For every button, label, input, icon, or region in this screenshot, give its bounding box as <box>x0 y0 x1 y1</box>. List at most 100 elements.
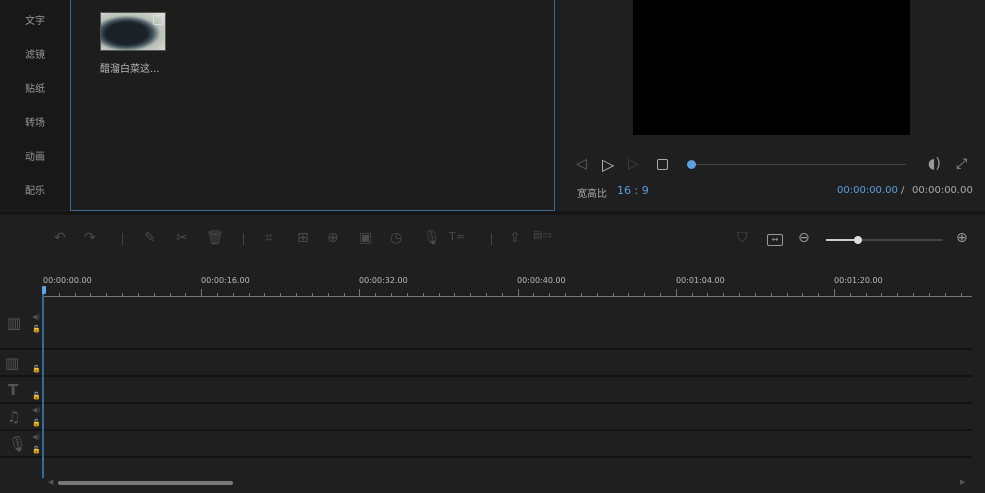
media-clip-thumbnail[interactable] <box>100 12 166 51</box>
ruler-tick <box>944 293 946 296</box>
ruler-tick <box>201 289 203 296</box>
ruler-tick <box>232 293 234 296</box>
ruler-tick <box>802 293 804 296</box>
media-panel: 醋溜白菜这... <box>70 0 555 211</box>
ruler-tick <box>122 293 124 296</box>
sidebar-item-animation[interactable]: 动画 <box>0 148 70 163</box>
ruler-label: 00:01:20.00 <box>834 276 883 285</box>
duration-icon[interactable]: ◷ <box>390 230 402 246</box>
edit-icon[interactable]: ✎ <box>144 230 156 246</box>
stop-icon[interactable] <box>657 159 668 170</box>
timeline-ruler[interactable] <box>43 296 972 297</box>
lock-icon[interactable]: 🔓 <box>32 365 41 373</box>
ruler-tick <box>707 293 709 296</box>
ruler-tick <box>327 293 329 296</box>
ruler-tick <box>217 293 219 296</box>
ruler-tick <box>723 293 725 296</box>
panel-divider[interactable] <box>0 211 985 215</box>
delete-icon[interactable]: 🗑 <box>206 230 224 246</box>
scroll-right-icon[interactable]: ▶ <box>960 478 965 486</box>
redo-icon[interactable]: ↷ <box>84 230 96 246</box>
detach-icon[interactable]: ▤▭ <box>533 230 552 241</box>
select-checkbox[interactable] <box>153 15 163 25</box>
ruler-label: 00:00:16.00 <box>201 276 250 285</box>
ruler-tick <box>343 293 345 296</box>
marker-icon[interactable]: ⛉ <box>737 230 748 246</box>
ruler-label: 00:00:40.00 <box>517 276 566 285</box>
ruler-tick <box>659 293 661 296</box>
next-frame-icon[interactable]: ▷ <box>628 156 639 172</box>
playhead[interactable] <box>42 288 44 478</box>
track-divider <box>0 456 972 458</box>
sidebar-item-filter[interactable]: 滤镜 <box>0 46 70 61</box>
aspect-ratio-label: 宽高比 <box>577 189 607 200</box>
ruler-tick <box>865 293 867 296</box>
current-time: 00:00:00.00 <box>837 185 898 196</box>
zoom-out-icon[interactable]: ⊖ <box>798 230 810 246</box>
undo-icon[interactable]: ↶ <box>54 230 66 246</box>
ruler-label: 00:00:00.00 <box>43 276 92 285</box>
ruler-tick <box>580 293 582 296</box>
ruler-tick <box>913 293 915 296</box>
mosaic-icon[interactable]: ⊕ <box>327 230 339 246</box>
fit-timeline-icon[interactable]: ↔ <box>767 234 783 246</box>
ruler-tick <box>296 293 298 296</box>
fullscreen-icon[interactable]: ⤢ <box>956 156 967 172</box>
track-divider <box>0 348 972 350</box>
ruler-tick <box>565 293 567 296</box>
crop-icon[interactable]: ⌗ <box>265 230 273 246</box>
scroll-left-icon[interactable]: ◀ <box>48 478 53 486</box>
text-track-icon: T <box>8 381 19 399</box>
pip-track-icon: ▥ <box>5 354 20 372</box>
aspect-ratio-value[interactable]: 16 : 9 <box>617 184 649 197</box>
ruler-tick <box>359 289 361 296</box>
track-divider <box>0 402 972 404</box>
zoom-knob[interactable] <box>854 236 862 244</box>
ruler-tick <box>849 293 851 296</box>
mute-icon[interactable]: ◀) <box>32 313 40 321</box>
ruler-tick <box>596 293 598 296</box>
toolbar-divider <box>122 233 123 245</box>
volume-icon[interactable]: ◖) <box>928 156 941 172</box>
export-icon[interactable]: ⇪ <box>509 230 521 246</box>
ruler-label: 00:00:32.00 <box>359 276 408 285</box>
timeline-zoom-slider[interactable] <box>826 236 943 244</box>
cut-icon[interactable]: ✂ <box>176 230 188 246</box>
ruler-tick <box>90 293 92 296</box>
ruler-tick <box>185 293 187 296</box>
lock-icon[interactable]: 🔓 <box>32 325 41 333</box>
sidebar-item-transition[interactable]: 转场 <box>0 114 70 129</box>
zoom-in-icon[interactable]: ⊕ <box>956 230 968 246</box>
record-voice-icon[interactable]: 🎙 <box>423 230 441 246</box>
ruler-tick <box>818 293 820 296</box>
ruler-tick <box>438 293 440 296</box>
video-preview <box>633 0 910 135</box>
ruler-tick <box>644 293 646 296</box>
time-separator: / <box>901 185 905 196</box>
zoom-clip-icon[interactable]: ⊞ <box>297 230 309 246</box>
sidebar: 文字 滤镜 贴纸 转场 动画 配乐 <box>0 0 70 210</box>
progress-knob[interactable] <box>687 160 696 169</box>
ruler-tick <box>106 293 108 296</box>
sidebar-item-music[interactable]: 配乐 <box>0 182 70 197</box>
text-to-speech-icon[interactable]: T≈ <box>449 230 465 243</box>
ruler-tick <box>501 293 503 296</box>
sidebar-item-sticker[interactable]: 贴纸 <box>0 80 70 95</box>
lock-icon[interactable]: 🔓 <box>32 446 41 454</box>
ruler-tick <box>391 293 393 296</box>
track-divider <box>0 375 972 377</box>
play-icon[interactable]: ▷ <box>602 155 614 174</box>
lock-icon[interactable]: 🔓 <box>32 392 41 400</box>
horizontal-scrollbar[interactable] <box>58 481 233 485</box>
mute-icon[interactable]: ◀) <box>32 406 40 414</box>
previous-frame-icon[interactable]: ◁ <box>576 156 587 172</box>
preview-panel: ◁ ▷ ▷ ◖) ⤢ 宽高比 16 : 9 00:00:00.00 / 00:0… <box>556 0 985 211</box>
playhead-handle[interactable] <box>42 286 46 294</box>
lock-icon[interactable]: 🔓 <box>32 419 41 427</box>
sidebar-item-text[interactable]: 文字 <box>0 12 70 27</box>
playback-progress-slider[interactable] <box>687 160 906 169</box>
ruler-tick <box>74 293 76 296</box>
freeze-frame-icon[interactable]: ▣ <box>359 230 372 246</box>
ruler-tick <box>406 293 408 296</box>
mute-icon[interactable]: ◀) <box>32 433 40 441</box>
